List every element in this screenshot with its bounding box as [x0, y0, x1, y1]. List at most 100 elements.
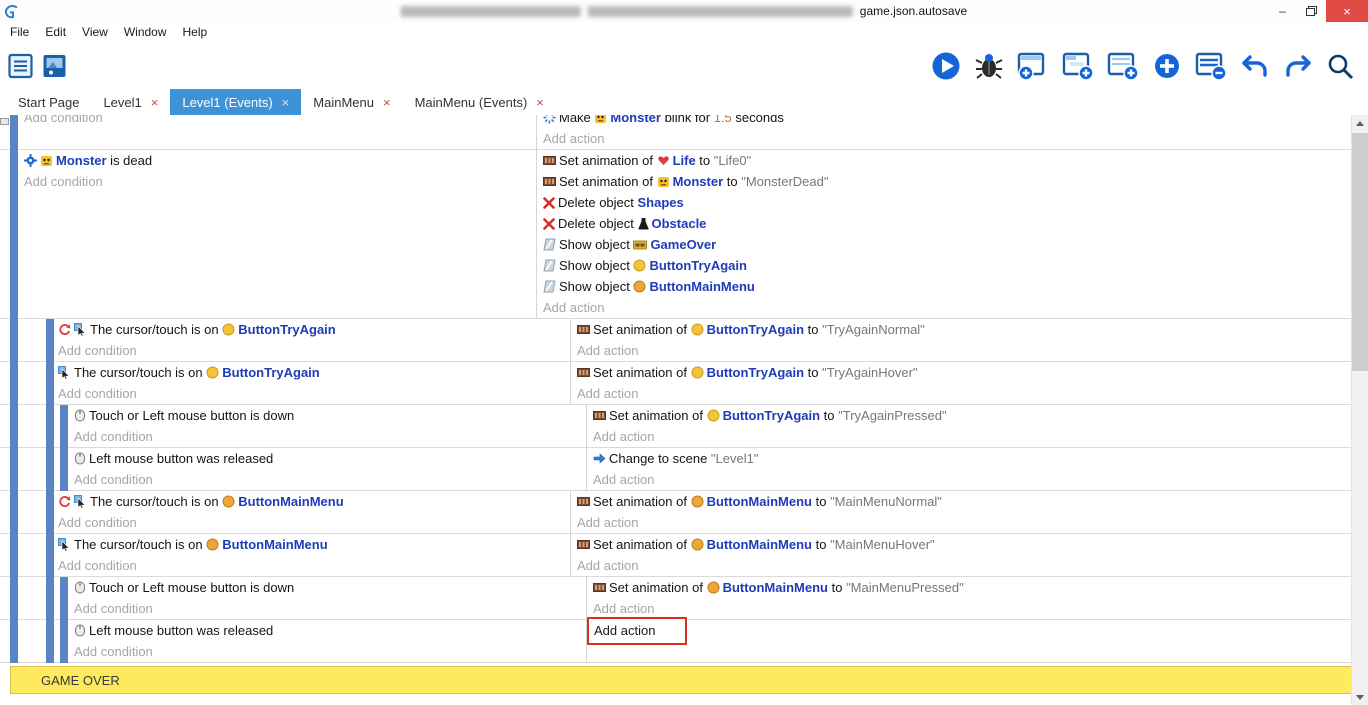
tab-start-page[interactable]: Start Page	[6, 89, 91, 115]
condition-line[interactable]: Left mouse button was released	[74, 448, 586, 469]
app-icon	[4, 4, 20, 19]
add-action-link[interactable]: Add action	[543, 297, 1352, 318]
add-condition-link[interactable]: Add condition	[24, 171, 536, 192]
add-action-link[interactable]: Add action	[593, 620, 1352, 641]
action-line[interactable]: Delete object Shapes	[543, 192, 1352, 213]
add-action-link[interactable]: Add action	[543, 128, 1352, 149]
action-line[interactable]: Set animation of ButtonMainMenu to "Main…	[577, 491, 1352, 512]
search-button[interactable]	[1326, 52, 1354, 80]
tab-bar: Start PageLevel1×Level1 (Events)×MainMen…	[0, 89, 1368, 116]
add-action-link[interactable]: Add action	[593, 426, 1352, 447]
condition-line[interactable]: The cursor/touch is on ButtonTryAgain	[58, 319, 570, 340]
action-line[interactable]: Make Monster blink for 1.5 seconds	[543, 115, 1352, 128]
action-line[interactable]: Show object ButtonMainMenu	[543, 276, 1352, 297]
add-action-link[interactable]: Add action	[593, 469, 1352, 490]
add-condition-link[interactable]: Add condition	[58, 383, 570, 404]
action-line[interactable]: Show object ButtonTryAgain	[543, 255, 1352, 276]
cursor-refresh-icon	[58, 495, 71, 508]
actions-cell: Set animation of ButtonTryAgain to "TryA…	[570, 362, 1352, 404]
close-tab-icon[interactable]: ×	[383, 96, 391, 109]
action-line[interactable]: Set animation of Monster to "MonsterDead…	[543, 171, 1352, 192]
action-line[interactable]: Set animation of ButtonMainMenu to "Main…	[593, 577, 1352, 598]
menu-file[interactable]: File	[2, 25, 37, 39]
add-event-button[interactable]	[1017, 51, 1049, 81]
action-line[interactable]: Change to scene "Level1"	[593, 448, 1352, 469]
action-line[interactable]: Set animation of ButtonMainMenu to "Main…	[577, 534, 1352, 555]
close-button[interactable]: ×	[1326, 0, 1368, 22]
blink-icon	[543, 115, 556, 124]
condition-line[interactable]: Touch or Left mouse button is down	[74, 577, 586, 598]
show-icon	[543, 238, 556, 251]
redo-button[interactable]	[1283, 52, 1313, 80]
menu-edit[interactable]: Edit	[37, 25, 74, 39]
scroll-up-button[interactable]	[1352, 115, 1368, 131]
add-subevent-button[interactable]	[1062, 51, 1094, 81]
play-button[interactable]	[931, 51, 961, 81]
object-name: ButtonMainMenu	[723, 580, 828, 595]
condition-line[interactable]: Left mouse button was released	[74, 620, 586, 641]
add-condition-link[interactable]: Add condition	[58, 340, 570, 361]
undo-button[interactable]	[1240, 52, 1270, 80]
condition-line[interactable]: The cursor/touch is on ButtonMainMenu	[58, 534, 570, 555]
tab-level1[interactable]: Level1×	[91, 89, 170, 115]
add-action-link[interactable]: Add action	[577, 340, 1352, 361]
condition-line[interactable]: The cursor/touch is on ButtonMainMenu	[58, 491, 570, 512]
add-action-link[interactable]: Add action	[577, 512, 1352, 533]
actions-cell: Set animation of ButtonMainMenu to "Main…	[586, 577, 1352, 619]
scene-change-icon	[593, 452, 606, 465]
add-circle-button[interactable]	[1152, 51, 1182, 81]
window-title: game.json.autosave	[860, 4, 967, 18]
add-condition-link[interactable]: Add condition	[74, 469, 586, 490]
animation-icon	[593, 581, 606, 594]
add-action-link[interactable]: Add action	[593, 598, 1352, 619]
scroll-down-button[interactable]	[1352, 689, 1368, 705]
add-condition-link[interactable]: Add condition	[58, 512, 570, 533]
menu-view[interactable]: View	[74, 25, 116, 39]
action-line[interactable]: Delete object Obstacle	[543, 213, 1352, 234]
scrollbar-thumb[interactable]	[1352, 133, 1368, 371]
close-tab-icon[interactable]: ×	[282, 96, 290, 109]
mouse-icon	[74, 452, 86, 465]
toolbar	[0, 42, 1368, 89]
cursor-icon	[58, 366, 71, 379]
menu-window[interactable]: Window	[116, 25, 175, 39]
add-condition-link[interactable]: Add condition	[74, 641, 586, 662]
add-other-event-button[interactable]	[1107, 51, 1139, 81]
comment-event[interactable]: GAME OVER	[10, 666, 1352, 694]
object-name: ButtonMainMenu	[707, 494, 812, 509]
condition-line[interactable]: Touch or Left mouse button is down	[74, 405, 586, 426]
toggle-events-button[interactable]	[1195, 51, 1227, 81]
action-line[interactable]: Set animation of ButtonTryAgain to "TryA…	[577, 362, 1352, 383]
add-condition-link[interactable]: Add condition	[74, 598, 586, 619]
add-condition-link[interactable]: Add condition	[74, 426, 586, 447]
action-line[interactable]: Set animation of Life to "Life0"	[543, 150, 1352, 171]
tab-mainmenu[interactable]: MainMenu×	[301, 89, 402, 115]
add-action-highlight[interactable]: Add action	[587, 617, 687, 645]
tryagain-icon	[633, 259, 646, 272]
event-row: The cursor/touch is on ButtonMainMenuAdd…	[0, 491, 1352, 534]
debug-button[interactable]	[974, 51, 1004, 81]
collapse-handle[interactable]	[0, 118, 9, 125]
tab-level1-events-[interactable]: Level1 (Events)×	[170, 89, 301, 115]
action-line[interactable]: Show object GameOver	[543, 234, 1352, 255]
actions-cell: Add action	[586, 620, 1352, 662]
scene-editor-button[interactable]	[42, 53, 68, 79]
add-condition-link[interactable]: Add condition	[24, 115, 536, 128]
action-line[interactable]: Set animation of ButtonTryAgain to "TryA…	[577, 319, 1352, 340]
animation-icon	[577, 495, 590, 508]
close-tab-icon[interactable]: ×	[536, 96, 544, 109]
project-manager-button[interactable]	[8, 53, 34, 79]
show-icon	[543, 259, 556, 272]
add-condition-link[interactable]: Add condition	[58, 555, 570, 576]
tab-mainmenu-events-[interactable]: MainMenu (Events)×	[403, 89, 556, 115]
action-line[interactable]: Set animation of ButtonTryAgain to "TryA…	[593, 405, 1352, 426]
minimize-button[interactable]: –	[1268, 0, 1297, 22]
event-row: The cursor/touch is on ButtonTryAgainAdd…	[0, 362, 1352, 405]
condition-line[interactable]: Monster is dead	[24, 150, 536, 171]
menu-help[interactable]: Help	[175, 25, 216, 39]
add-action-link[interactable]: Add action	[577, 555, 1352, 576]
add-action-link[interactable]: Add action	[577, 383, 1352, 404]
close-tab-icon[interactable]: ×	[151, 96, 159, 109]
condition-line[interactable]: The cursor/touch is on ButtonTryAgain	[58, 362, 570, 383]
restore-button[interactable]	[1297, 0, 1326, 22]
